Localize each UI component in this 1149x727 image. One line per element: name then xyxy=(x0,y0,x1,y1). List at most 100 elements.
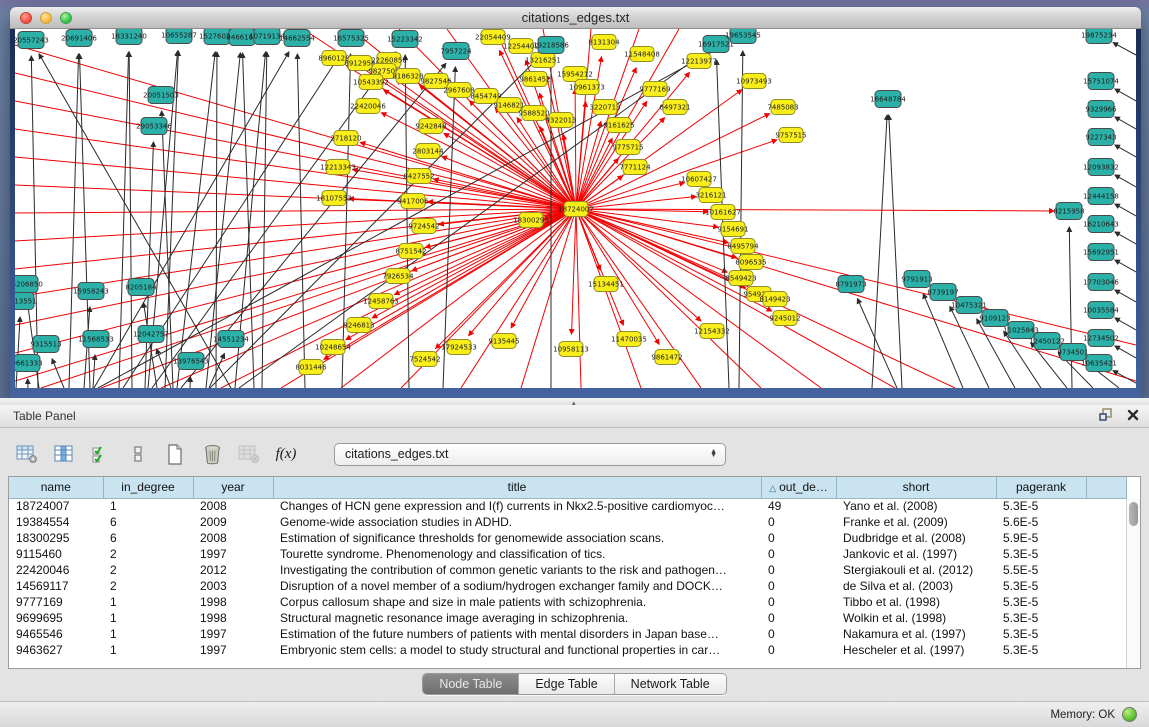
table-cell: Investigating the contribution of common… xyxy=(273,562,761,578)
edge-red xyxy=(572,209,576,334)
table-cell: 0 xyxy=(761,594,836,610)
graph-node-label: 9661333 xyxy=(15,360,43,368)
graph-node-label: 9227343 xyxy=(1085,134,1116,142)
edge-black xyxy=(1113,371,1136,388)
table-cell: 2012 xyxy=(193,562,273,578)
graph-node-label: 8215958 xyxy=(1053,208,1084,216)
column-header-year[interactable]: year xyxy=(193,477,273,498)
graph-node-label: 9734501 xyxy=(1057,349,1088,357)
graph-node-label: 12734502 xyxy=(1083,335,1119,343)
graph-node-label: 9245012 xyxy=(769,315,800,323)
graph-node-label: 12450122 xyxy=(1029,338,1065,346)
node-table: namein_degreeyeartitle△out_de…shortpager… xyxy=(8,476,1141,669)
table-row[interactable]: 977716911998Corpus callosum shape and si… xyxy=(9,594,1126,610)
import-table-icon[interactable] xyxy=(236,441,262,467)
float-window-icon[interactable] xyxy=(1099,408,1113,421)
table-cell: 22420046 xyxy=(9,562,103,578)
graph-node-label: 13216251 xyxy=(525,57,561,65)
graph-node-label: 12042757 xyxy=(133,331,169,339)
graph-node-label: 9146821 xyxy=(493,102,524,110)
graph-node-label: 18300295 xyxy=(513,217,549,225)
graph-node-label: 10543392 xyxy=(353,79,389,87)
graph-node-label: 12154332 xyxy=(694,328,730,336)
table-cell: de Silva et al. (2003) xyxy=(836,578,996,594)
graph-node-label: 15751074 xyxy=(1083,78,1119,86)
graph-node-label: 14662554 xyxy=(279,35,315,43)
column-header-short[interactable]: short xyxy=(836,477,996,498)
table-cell: Jankovic et al. (1997) xyxy=(836,546,996,562)
scrollbar-thumb[interactable] xyxy=(1129,502,1138,526)
edge-red xyxy=(15,101,576,209)
new-table-icon[interactable] xyxy=(162,441,188,467)
tab-network-table[interactable]: Network Table xyxy=(615,674,726,694)
table-tabs-row: Node TableEdge TableNetwork Table xyxy=(8,669,1141,699)
table-row[interactable]: 1938455462009Genome-wide association stu… xyxy=(9,514,1126,530)
network-view[interactable]: 8960128891295422260858982750881863281054… xyxy=(15,29,1136,388)
graph-node-label: 19875234 xyxy=(1081,32,1117,40)
column-header-outde[interactable]: △out_de… xyxy=(761,477,836,498)
graph-node-label: 9154691 xyxy=(717,226,748,234)
graph-node-label: 10607427 xyxy=(681,176,717,184)
table-row[interactable]: 969969511998Structural magnetic resonanc… xyxy=(9,610,1126,626)
graph-node-label: 12213977 xyxy=(681,58,717,66)
close-panel-icon[interactable] xyxy=(1127,409,1139,421)
edge-black xyxy=(739,51,743,388)
graph-node-label: 15958243 xyxy=(73,288,109,296)
table-cell: 5.6E-5 xyxy=(996,514,1086,530)
select-column-icon[interactable] xyxy=(51,441,77,467)
table-cell: 2 xyxy=(103,546,193,562)
edge-black xyxy=(889,115,902,388)
table-settings-icon[interactable] xyxy=(14,441,40,467)
graph-node-label: 12458763 xyxy=(363,298,399,306)
table-cell: 2008 xyxy=(193,530,273,546)
table-cell: Embryonic stem cells: a model to study s… xyxy=(273,642,761,658)
select-rows-check-icon[interactable] xyxy=(88,441,114,467)
graph-node-label: 3216121 xyxy=(695,192,726,200)
graph-node-label: 9775715 xyxy=(612,144,643,152)
column-header-pagerank[interactable]: pagerank xyxy=(996,477,1086,498)
graph-node-label: 20557243 xyxy=(15,37,49,45)
table-selector-dropdown[interactable]: citations_edges.txt ▲▼ xyxy=(334,443,726,466)
table-cell: 0 xyxy=(761,626,836,642)
memory-status-indicator[interactable] xyxy=(1122,707,1137,722)
column-header-name[interactable]: name xyxy=(9,477,103,498)
table-cell: 9115460 xyxy=(9,546,103,562)
table-cell: 9463627 xyxy=(9,642,103,658)
graph-node-label: 15692951 xyxy=(1083,249,1119,257)
window-title: citations_edges.txt xyxy=(10,10,1141,25)
table-cell: Tibbo et al. (1998) xyxy=(836,594,996,610)
table-row[interactable]: 946362711997Embryonic stem cells: a mode… xyxy=(9,642,1126,658)
edge-black xyxy=(1115,204,1136,216)
edge-black xyxy=(157,349,171,388)
table-row[interactable]: 1456911722003Disruption of a novel membe… xyxy=(9,578,1126,594)
tab-edge-table[interactable]: Edge Table xyxy=(519,674,614,694)
table-panel-body: f(x) citations_edges.txt ▲▼ namein_degre… xyxy=(8,432,1141,700)
graph-node-label: 11568533 xyxy=(78,336,114,344)
delete-table-icon[interactable] xyxy=(199,441,225,467)
column-header-indegree[interactable]: in_degree xyxy=(103,477,193,498)
table-cell: 5.3E-5 xyxy=(996,546,1086,562)
network-canvas[interactable]: 8960128891295422260858982750881863281054… xyxy=(15,29,1136,388)
edge-red xyxy=(15,209,576,241)
chevron-up-down-icon: ▲▼ xyxy=(710,450,717,459)
graph-node-label: 9791913 xyxy=(901,276,932,284)
graph-node-label: 8131304 xyxy=(588,39,620,47)
table-cell: 9699695 xyxy=(9,610,103,626)
table-row[interactable]: 911546021997Tourette syndrome. Phenomeno… xyxy=(9,546,1126,562)
table-row[interactable]: 1830029562008Estimation of significance … xyxy=(9,530,1126,546)
graph-node-label: 14551234 xyxy=(213,336,249,344)
split-divider-handle[interactable]: ▴ xyxy=(0,398,1149,405)
function-builder-icon[interactable]: f(x) xyxy=(273,441,299,467)
table-row[interactable]: 2242004622012Investigating the contribut… xyxy=(9,562,1126,578)
edge-black xyxy=(1115,260,1136,272)
graph-node-label: 10475321 xyxy=(951,302,987,310)
table-row[interactable]: 946554611997Estimation of the future num… xyxy=(9,626,1126,642)
vertical-scrollbar[interactable] xyxy=(1126,499,1140,668)
column-header-title[interactable]: title xyxy=(273,477,761,498)
table-row[interactable]: 1872400712008Changes of HCN gene express… xyxy=(9,498,1126,514)
window-titlebar[interactable]: citations_edges.txt xyxy=(10,7,1141,29)
graph-node-label: 9417006 xyxy=(397,198,429,206)
tab-node-table[interactable]: Node Table xyxy=(423,674,519,694)
rows-icon[interactable] xyxy=(125,441,151,467)
table-cell: 5.9E-5 xyxy=(996,530,1086,546)
